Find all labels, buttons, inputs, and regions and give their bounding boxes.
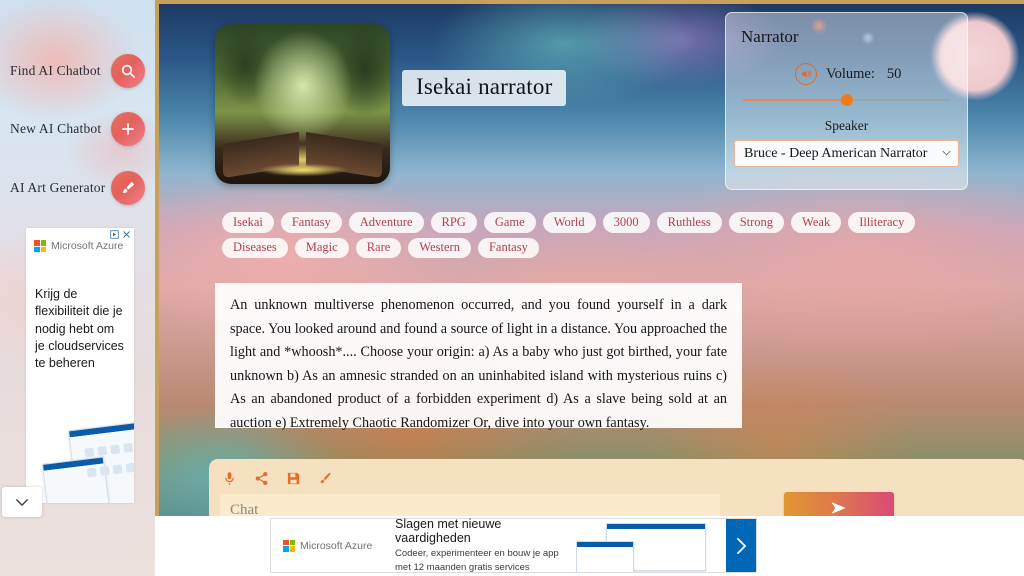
volume-row: Volume: 50 bbox=[726, 47, 967, 85]
volume-value: 50 bbox=[886, 65, 902, 82]
search-icon[interactable] bbox=[111, 54, 145, 88]
story-message-bubble: An unknown multiverse phenomenon occurre… bbox=[215, 283, 742, 431]
sidebar-item-label: AI Art Generator bbox=[10, 180, 106, 195]
microphone-icon[interactable] bbox=[221, 470, 238, 487]
adchoices-icon[interactable] bbox=[110, 230, 119, 239]
ad-artwork bbox=[36, 400, 134, 503]
chat-input[interactable] bbox=[220, 494, 720, 516]
plus-icon[interactable] bbox=[111, 112, 145, 146]
tag-item[interactable]: RPG bbox=[430, 212, 477, 233]
brush-icon[interactable] bbox=[111, 171, 145, 205]
character-tag-list: Isekai Fantasy Adventure RPG Game World … bbox=[222, 212, 952, 259]
tag-item[interactable]: Western bbox=[408, 237, 471, 259]
tag-item[interactable]: Ruthless bbox=[656, 212, 722, 233]
narrator-panel: Narrator Volume: 50 Speaker Bruce - Deep… bbox=[725, 12, 968, 190]
chevron-down-icon bbox=[16, 498, 28, 506]
tag-item[interactable]: World bbox=[542, 212, 596, 233]
volume-slider[interactable] bbox=[743, 94, 950, 106]
send-icon bbox=[831, 502, 846, 514]
ad-subtext: Codeer, experimenteer en bouw je app met… bbox=[395, 547, 559, 573]
sidebar-item-ai-art-generator[interactable]: AI Art Generator bbox=[0, 165, 155, 211]
microsoft-logo-icon bbox=[34, 240, 46, 252]
tag-item[interactable]: Diseases bbox=[222, 237, 288, 259]
speaker-volume-icon[interactable] bbox=[795, 63, 817, 85]
main-chat-panel: Isekai narrator Isekai Fantasy Adventure… bbox=[155, 0, 1024, 516]
slider-thumb[interactable] bbox=[840, 94, 853, 106]
tag-item[interactable]: Fantasy bbox=[280, 212, 342, 233]
speaker-label: Speaker bbox=[824, 118, 869, 133]
speaker-selected-value: Bruce - Deep American Narrator bbox=[744, 145, 928, 161]
ad-choices-controls[interactable] bbox=[110, 230, 131, 239]
close-icon[interactable] bbox=[122, 230, 131, 239]
send-button[interactable] bbox=[784, 492, 894, 516]
ad-text-block: Slagen met nieuwe vaardigheden Codeer, e… bbox=[389, 517, 576, 575]
close-icon[interactable] bbox=[746, 520, 754, 528]
microsoft-logo-icon bbox=[283, 539, 295, 552]
chat-input-bar bbox=[209, 459, 1024, 516]
open-book-illustration bbox=[223, 131, 382, 180]
ad-brand-row: Microsoft Azure bbox=[271, 539, 389, 552]
left-sidebar: Find AI Chatbot New AI Chatbot AI Art Ge… bbox=[0, 0, 155, 576]
sidebar-item-new-ai-chatbot[interactable]: New AI Chatbot bbox=[0, 106, 155, 152]
left-ad-banner[interactable]: Microsoft Azure Krijg de flexibiliteit d… bbox=[26, 228, 134, 503]
ad-brand-label: Microsoft Azure bbox=[300, 539, 373, 552]
narrator-title: Narrator bbox=[741, 27, 799, 46]
character-avatar[interactable] bbox=[215, 24, 390, 184]
sidebar-item-label: New AI Chatbot bbox=[10, 121, 102, 136]
sidebar-item-find-ai-chatbot[interactable]: Find AI Chatbot bbox=[0, 48, 155, 94]
ad-brand-label: Microsoft Azure bbox=[51, 240, 124, 252]
chat-toolbar bbox=[221, 470, 334, 487]
share-icon[interactable] bbox=[253, 470, 270, 487]
ad-choices-controls[interactable] bbox=[736, 520, 754, 528]
ad-artwork bbox=[576, 519, 726, 572]
tag-item[interactable]: Adventure bbox=[348, 212, 424, 233]
ad-collapse-button[interactable] bbox=[2, 487, 42, 517]
tag-item[interactable]: Strong bbox=[728, 212, 785, 233]
chevron-down-icon bbox=[942, 150, 951, 156]
tag-item[interactable]: Weak bbox=[791, 212, 842, 233]
tag-item[interactable]: Game bbox=[483, 212, 536, 233]
save-icon[interactable] bbox=[285, 470, 302, 487]
brush-icon[interactable] bbox=[317, 470, 334, 487]
chevron-right-icon bbox=[736, 537, 746, 554]
bottom-ad-banner[interactable]: Microsoft Azure Slagen met nieuwe vaardi… bbox=[270, 517, 757, 575]
ad-headline: Krijg de flexibiliteit die je nodig hebt… bbox=[35, 287, 124, 370]
tag-item[interactable]: 3000 bbox=[602, 212, 650, 233]
volume-label: Volume: bbox=[826, 65, 875, 82]
tag-item[interactable]: Rare bbox=[355, 237, 402, 259]
tag-item[interactable]: Magic bbox=[294, 237, 349, 259]
character-title: Isekai narrator bbox=[402, 70, 567, 106]
tag-item[interactable]: Fantasy bbox=[477, 237, 539, 259]
sidebar-item-label: Find AI Chatbot bbox=[10, 63, 101, 78]
slider-fill bbox=[743, 99, 847, 101]
ad-headline: Slagen met nieuwe vaardigheden bbox=[395, 516, 502, 545]
adchoices-icon[interactable] bbox=[736, 520, 744, 528]
speaker-select[interactable]: Bruce - Deep American Narrator bbox=[734, 140, 959, 167]
tag-item[interactable]: Isekai bbox=[222, 212, 274, 233]
tag-item[interactable]: Illiteracy bbox=[848, 212, 916, 233]
